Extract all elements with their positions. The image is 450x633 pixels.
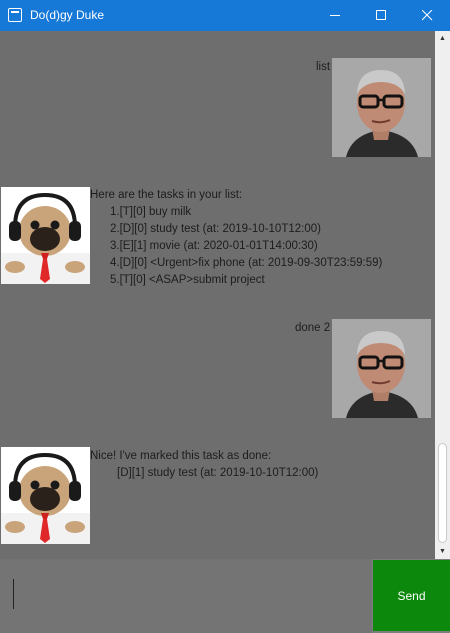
user-avatar bbox=[332, 319, 431, 418]
text-cursor bbox=[13, 579, 14, 609]
close-icon bbox=[421, 10, 432, 21]
duke-message-line: Nice! I've marked this task as done: bbox=[90, 450, 272, 462]
duke-message-line: 4.[D][0] <Urgent>fix phone (at: 2019-09-… bbox=[110, 257, 383, 269]
pug-headphones-icon bbox=[1, 447, 90, 544]
duke-avatar bbox=[1, 447, 90, 544]
user-message-text: done 2 bbox=[295, 322, 331, 334]
duke-message-line: 5.[T][0] <ASAP>submit project bbox=[110, 274, 265, 286]
maximize-button[interactable] bbox=[358, 0, 404, 31]
scrollbar-thumb[interactable] bbox=[438, 443, 447, 543]
scroll-up-arrow-icon[interactable]: ▲ bbox=[435, 31, 450, 46]
user-face-icon bbox=[332, 319, 431, 418]
pug-headphones-icon bbox=[1, 187, 90, 284]
app-icon bbox=[8, 8, 22, 22]
duke-message-line: Here are the tasks in your list: bbox=[90, 189, 243, 201]
chat-pane[interactable]: list Here are the tasks in your list: 1.… bbox=[0, 31, 435, 559]
scroll-down-arrow-icon[interactable]: ▼ bbox=[435, 544, 450, 559]
message-input[interactable] bbox=[0, 559, 372, 633]
maximize-icon bbox=[375, 10, 386, 20]
close-button[interactable] bbox=[404, 0, 450, 31]
user-face-icon bbox=[332, 58, 431, 157]
app-window: Do(d)gy Duke list Here are the tasks in … bbox=[0, 0, 450, 633]
duke-message-line: 1.[T][0] buy milk bbox=[110, 206, 192, 218]
minimize-icon bbox=[329, 15, 340, 16]
chat-scrollbar[interactable]: ▲ ▼ bbox=[435, 31, 450, 559]
duke-message-line: 3.[E][1] movie (at: 2020-01-01T14:00:30) bbox=[110, 240, 318, 252]
duke-avatar bbox=[1, 187, 90, 284]
minimize-button[interactable] bbox=[312, 0, 358, 31]
user-avatar bbox=[332, 58, 431, 157]
user-message-text: list bbox=[316, 61, 331, 73]
duke-message-line: 2.[D][0] study test (at: 2019-10-10T12:0… bbox=[110, 223, 321, 235]
send-button[interactable]: Send bbox=[373, 560, 450, 631]
window-title: Do(d)gy Duke bbox=[30, 8, 105, 22]
duke-message-line: [D][1] study test (at: 2019-10-10T12:00) bbox=[117, 467, 319, 479]
title-bar[interactable]: Do(d)gy Duke bbox=[0, 0, 450, 31]
